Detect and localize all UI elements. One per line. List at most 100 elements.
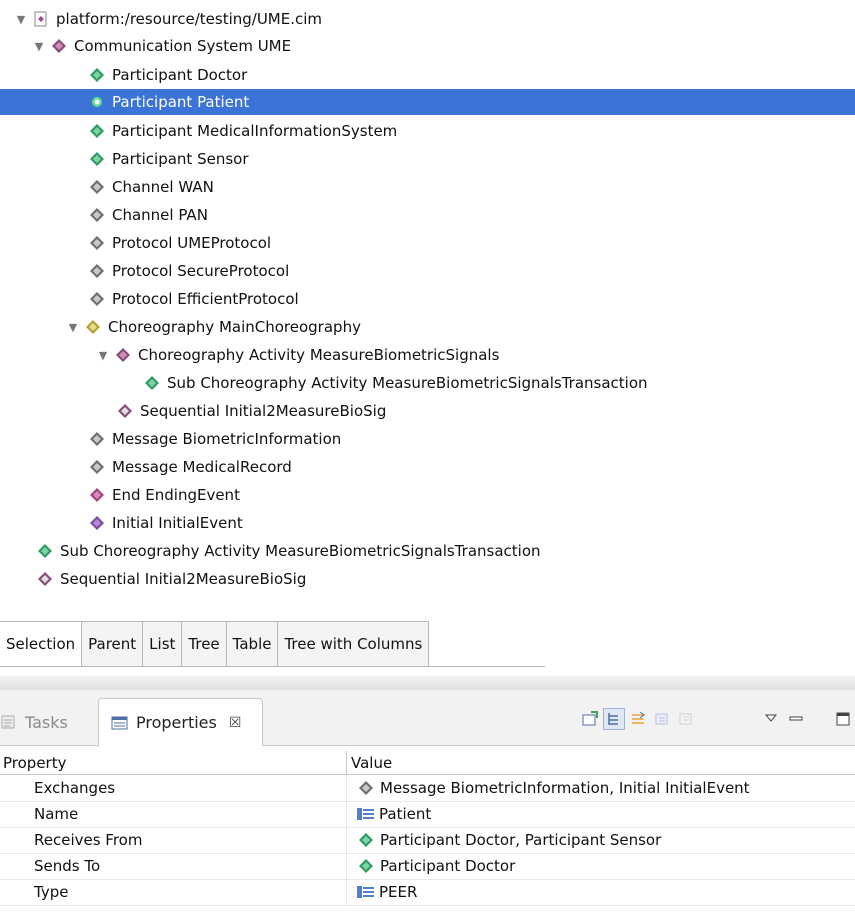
purple-diamond-icon xyxy=(50,37,68,55)
green-diamond-icon xyxy=(88,150,106,168)
tree-row[interactable]: Message BiometricInformation xyxy=(0,426,855,452)
grey-diamond-icon xyxy=(357,779,375,797)
property-value-text: Participant Doctor xyxy=(380,857,516,875)
cell-divider xyxy=(346,854,347,880)
column-header-value[interactable]: Value xyxy=(351,754,392,772)
tree-row-selected[interactable]: Participant Patient xyxy=(0,89,855,115)
tree-row[interactable]: Sub Choreography Activity MeasureBiometr… xyxy=(0,370,855,396)
tree-row[interactable]: Initial InitialEvent xyxy=(0,510,855,536)
expand-toggle-icon[interactable]: ▼ xyxy=(66,321,80,334)
tree-label: Message MedicalRecord xyxy=(112,458,292,476)
tree-row[interactable]: ▼ Choreography Activity MeasureBiometric… xyxy=(0,342,855,368)
pin-icon[interactable] xyxy=(579,708,601,730)
tree-label: Protocol UMEProtocol xyxy=(112,234,272,252)
tree-row[interactable]: ▼ Choreography MainChoreography xyxy=(0,314,855,340)
purple-diamond-icon xyxy=(116,402,134,420)
tree-row[interactable]: Participant MedicalInformationSystem xyxy=(0,118,855,144)
view-menu-icon[interactable] xyxy=(760,708,782,730)
purple-diamond-icon xyxy=(114,346,132,364)
column-header-property[interactable]: Property xyxy=(3,754,66,772)
tree-label: Sequential Initial2MeasureBioSig xyxy=(60,570,307,588)
tree-label: platform:/resource/testing/UME.cim xyxy=(56,10,323,28)
filter-icon[interactable] xyxy=(675,708,697,730)
grey-diamond-icon xyxy=(88,262,106,280)
restore-default-icon[interactable] xyxy=(651,708,673,730)
expand-toggle-icon[interactable]: ▼ xyxy=(14,13,28,26)
grey-diamond-icon xyxy=(88,430,106,448)
text-field-icon xyxy=(357,807,375,821)
tree-label: Sub Choreography Activity MeasureBiometr… xyxy=(167,374,648,392)
tree-row[interactable]: Message MedicalRecord xyxy=(0,454,855,480)
tree-row-root[interactable]: ▼ platform:/resource/testing/UME.cim xyxy=(0,6,855,32)
property-value-text: Participant Doctor, Participant Sensor xyxy=(380,831,662,849)
table-row[interactable]: Sends To Participant Doctor xyxy=(0,854,855,880)
tree-label: Choreography MainChoreography xyxy=(108,318,361,336)
tree-label: Sub Choreography Activity MeasureBiometr… xyxy=(60,542,541,560)
property-value[interactable]: Message BiometricInformation, Initial In… xyxy=(357,779,750,797)
green-diamond-icon xyxy=(88,122,106,140)
tree-row[interactable]: Sequential Initial2MeasureBioSig xyxy=(0,566,855,592)
table-row[interactable]: Exchanges Message BiometricInformation, … xyxy=(0,776,855,802)
tree-row[interactable]: Participant Doctor xyxy=(0,62,855,88)
table-row[interactable]: Name Patient xyxy=(0,802,855,828)
tree-label: Channel PAN xyxy=(112,206,208,224)
tab-selection[interactable]: Selection xyxy=(0,621,83,666)
tree-label: Participant Patient xyxy=(112,93,250,111)
tree-label: Protocol SecureProtocol xyxy=(112,262,290,280)
maximize-icon[interactable] xyxy=(832,708,854,730)
green-diamond-icon xyxy=(357,857,375,875)
tree-label: Sequential Initial2MeasureBioSig xyxy=(140,402,387,420)
show-categories-icon[interactable] xyxy=(603,708,625,730)
tree-label: Participant Sensor xyxy=(112,150,249,168)
tree-row[interactable]: Sub Choreography Activity MeasureBiometr… xyxy=(0,538,855,564)
purple-diamond-icon xyxy=(36,570,54,588)
tab-list[interactable]: List xyxy=(143,621,183,666)
tree-label: Message BiometricInformation xyxy=(112,430,342,448)
tree-label: Channel WAN xyxy=(112,178,214,196)
properties-label: Properties xyxy=(136,713,217,732)
green-diamond-icon xyxy=(88,66,106,84)
column-divider[interactable] xyxy=(346,751,347,775)
expand-toggle-icon[interactable]: ▼ xyxy=(96,349,110,362)
properties-tab[interactable]: Properties ☒ xyxy=(98,698,263,746)
show-advanced-icon[interactable] xyxy=(627,708,649,730)
property-value[interactable]: Participant Doctor xyxy=(357,857,515,875)
tree-label: Participant Doctor xyxy=(112,66,248,84)
property-value[interactable]: Patient xyxy=(357,805,431,823)
tab-tree[interactable]: Tree xyxy=(182,621,227,666)
grey-diamond-icon xyxy=(88,290,106,308)
properties-view-header: Tasks Properties ☒ xyxy=(0,690,855,746)
close-tab-icon[interactable]: ☒ xyxy=(229,715,242,731)
tree-row[interactable]: Sequential Initial2MeasureBioSig xyxy=(0,398,855,424)
green-diamond-icon xyxy=(357,831,375,849)
property-name: Name xyxy=(34,805,79,823)
tree-row[interactable]: Protocol EfficientProtocol xyxy=(0,286,855,312)
tree-label: Initial InitialEvent xyxy=(112,514,243,532)
tree-row[interactable]: Protocol SecureProtocol xyxy=(0,258,855,284)
tree-row[interactable]: Channel WAN xyxy=(0,174,855,200)
tree-row[interactable]: End EndingEvent xyxy=(0,482,855,508)
tab-parent[interactable]: Parent xyxy=(82,621,144,666)
tasks-tab[interactable]: Tasks xyxy=(0,698,68,746)
green-diamond-icon xyxy=(36,542,54,560)
tree-row[interactable]: Channel PAN xyxy=(0,202,855,228)
minimize-icon[interactable] xyxy=(785,708,807,730)
tree-label: Protocol EfficientProtocol xyxy=(112,290,299,308)
text-field-icon xyxy=(357,885,375,899)
tree-label: Communication System UME xyxy=(74,37,292,55)
tasks-label: Tasks xyxy=(25,712,68,732)
table-row[interactable]: Type PEER xyxy=(0,880,855,906)
property-value[interactable]: PEER xyxy=(357,883,417,901)
tree-row[interactable]: ▼ Communication System UME xyxy=(0,33,855,59)
tree-row[interactable]: Protocol UMEProtocol xyxy=(0,230,855,256)
tree-row[interactable]: Participant Sensor xyxy=(0,146,855,172)
expand-toggle-icon[interactable]: ▼ xyxy=(32,40,46,53)
property-name: Type xyxy=(34,883,69,901)
tree-label: Choreography Activity MeasureBiometricSi… xyxy=(138,346,500,364)
tasks-icon xyxy=(0,714,18,730)
resource-file-icon xyxy=(32,10,50,28)
tab-table[interactable]: Table xyxy=(226,621,279,666)
table-row[interactable]: Receives From Participant Doctor, Partic… xyxy=(0,828,855,854)
property-value[interactable]: Participant Doctor, Participant Sensor xyxy=(357,831,661,849)
tab-tree-with-columns[interactable]: Tree with Columns xyxy=(278,621,430,666)
